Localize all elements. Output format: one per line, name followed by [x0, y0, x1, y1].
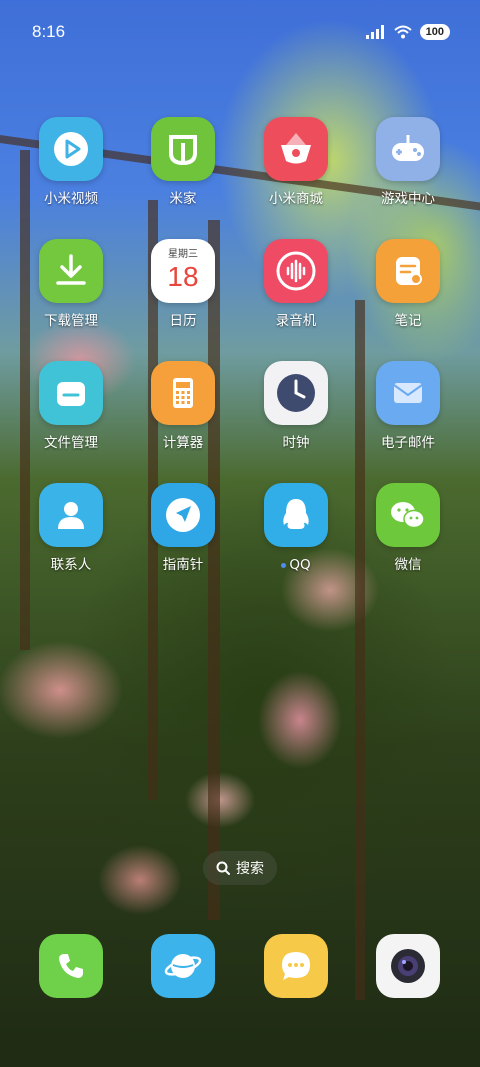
app-label: 电子邮件: [381, 435, 435, 451]
dock-browser[interactable]: [151, 934, 215, 998]
wechat-icon: [376, 483, 440, 547]
app-label: 文件管理: [44, 435, 98, 451]
contact-icon: [39, 483, 103, 547]
status-bar: 8:16 100: [0, 0, 480, 68]
dock-phone[interactable]: [39, 934, 103, 998]
app-qq[interactable]: QQ: [246, 483, 346, 574]
compass-icon: [151, 483, 215, 547]
app-label: 小米商城: [269, 191, 323, 207]
signal-icon: [365, 25, 384, 39]
app-label: 小米视频: [44, 191, 98, 207]
mijia-icon: [151, 117, 215, 181]
app-label: 日历: [169, 313, 197, 329]
app-label: 米家: [169, 191, 197, 207]
app-label: QQ: [289, 557, 311, 573]
app-label: 下载管理: [44, 313, 98, 329]
app-mi-store[interactable]: 小米商城: [246, 117, 346, 208]
search-button[interactable]: 搜索: [203, 851, 277, 885]
app-downloads[interactable]: 下载管理: [21, 239, 121, 330]
app-label: 微信: [394, 557, 422, 573]
folder-icon: [39, 361, 103, 425]
notes-icon: [376, 239, 440, 303]
phone-icon: [59, 954, 83, 978]
status-time: 8:16: [32, 22, 66, 41]
download-icon: [39, 239, 103, 303]
calendar-day: 18: [167, 261, 199, 292]
clock-icon: [264, 361, 328, 425]
app-email[interactable]: 电子邮件: [358, 361, 458, 452]
app-recorder[interactable]: 录音机: [246, 239, 346, 330]
app-label: 指南针: [162, 557, 204, 573]
battery-indicator: 100: [419, 24, 450, 40]
app-wechat[interactable]: 微信: [358, 483, 458, 574]
search-label: 搜索: [236, 861, 264, 877]
app-mi-video[interactable]: 小米视频: [21, 117, 121, 208]
search-icon: [216, 861, 230, 875]
app-compass[interactable]: 指南针: [133, 483, 233, 574]
messages-icon: [282, 952, 310, 980]
app-clock[interactable]: 时钟: [246, 361, 346, 452]
app-label: 联系人: [50, 557, 92, 573]
mail-icon: [376, 361, 440, 425]
calendar-weekday: 星期三: [168, 249, 198, 260]
app-calculator[interactable]: 计算器: [133, 361, 233, 452]
app-label-wrap: QQ: [246, 556, 346, 574]
qq-penguin-icon: [264, 483, 328, 547]
video-play-icon: [39, 117, 103, 181]
dock-camera[interactable]: [376, 934, 440, 998]
dock-messages[interactable]: [264, 934, 328, 998]
new-install-dot: [281, 562, 287, 568]
app-label: 笔记: [394, 313, 422, 329]
gamepad-icon: [376, 117, 440, 181]
app-label: 计算器: [162, 435, 204, 451]
app-contacts[interactable]: 联系人: [21, 483, 121, 574]
app-game-center[interactable]: 游戏中心: [358, 117, 458, 208]
camera-icon: [391, 949, 425, 983]
app-label: 时钟: [282, 435, 310, 451]
calendar-icon: 星期三 18: [151, 239, 215, 303]
browser-icon: [164, 954, 202, 978]
app-label: 游戏中心: [381, 191, 435, 207]
app-notes[interactable]: 笔记: [358, 239, 458, 330]
wifi-icon: [393, 25, 412, 39]
app-file-manager[interactable]: 文件管理: [21, 361, 121, 452]
calculator-icon: [151, 361, 215, 425]
shopping-basket-icon: [264, 117, 328, 181]
app-mijia[interactable]: 米家: [133, 117, 233, 208]
voice-recorder-icon: [264, 239, 328, 303]
app-label: 录音机: [275, 313, 317, 329]
app-calendar[interactable]: 星期三 18 日历: [133, 239, 233, 330]
